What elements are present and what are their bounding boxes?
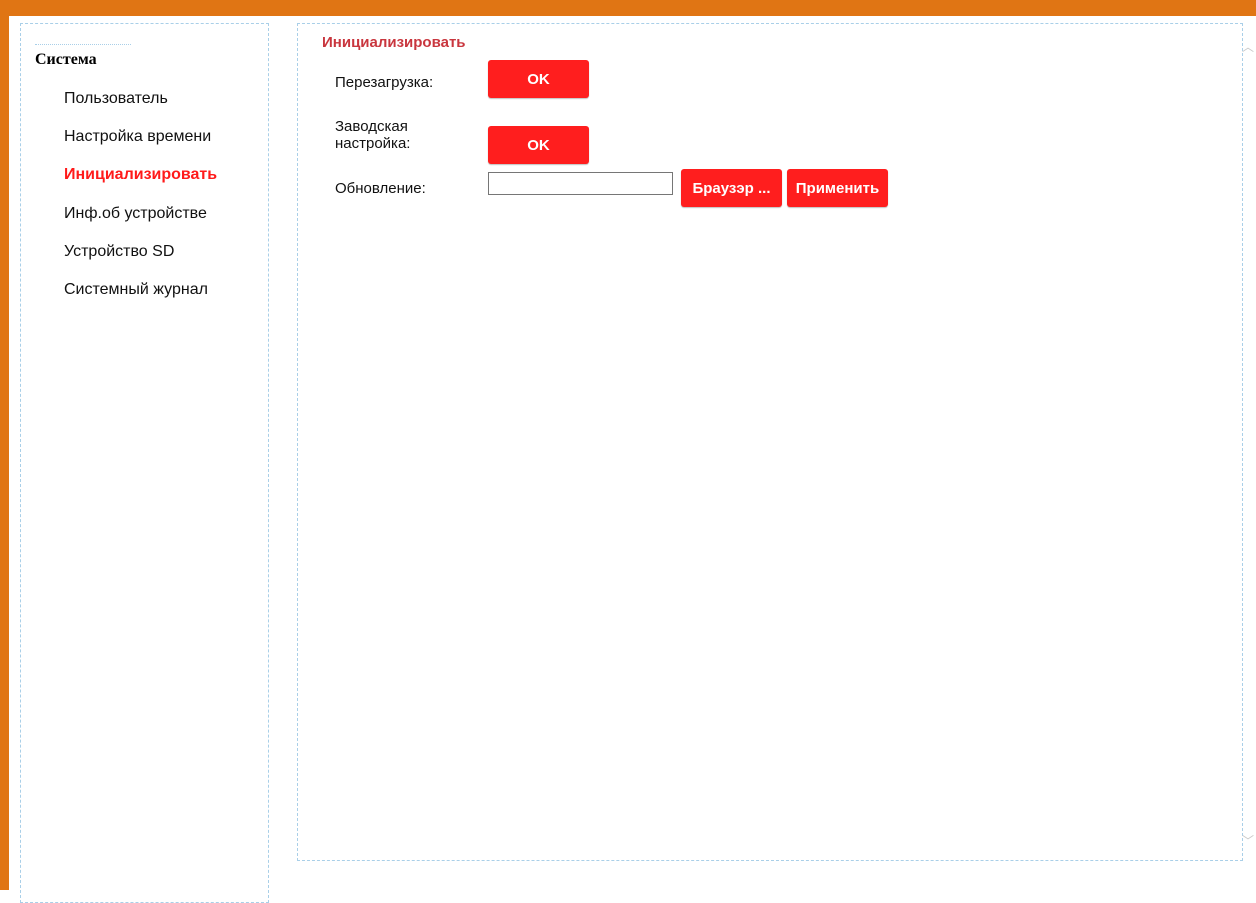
apply-button[interactable]: Применить: [787, 169, 888, 207]
content-area: Система Пользователь Настройка времени И…: [9, 16, 1256, 903]
firmware-file-input[interactable]: [488, 172, 673, 195]
page-title: Инициализировать: [322, 34, 466, 51]
chevron-up-icon[interactable]: ︿: [1241, 41, 1255, 53]
sidebar-item-system-log[interactable]: Системный журнал: [64, 281, 208, 299]
main-panel: Инициализировать Перезагрузка: OK Заводс…: [297, 23, 1243, 861]
reboot-label: Перезагрузка:: [335, 74, 434, 91]
factory-reset-label: Заводская настройка:: [335, 118, 410, 152]
factory-reset-ok-button[interactable]: OK: [488, 126, 589, 164]
sidebar-item-sd-device[interactable]: Устройство SD: [64, 243, 174, 261]
sidebar: Система Пользователь Настройка времени И…: [20, 23, 269, 903]
window-frame-top: [0, 0, 1256, 16]
sidebar-item-device-info[interactable]: Инф.об устройстве: [64, 205, 207, 223]
window-frame-left: [0, 0, 9, 890]
browse-button[interactable]: Браузэр ...: [681, 169, 782, 207]
update-label: Обновление:: [335, 180, 426, 197]
sidebar-item-time-settings[interactable]: Настройка времени: [64, 128, 211, 146]
sidebar-item-initialize[interactable]: Инициализировать: [64, 166, 217, 184]
factory-reset-label-line1: Заводская: [335, 118, 408, 135]
reboot-ok-button[interactable]: OK: [488, 60, 589, 98]
sidebar-item-user[interactable]: Пользователь: [64, 90, 168, 108]
sidebar-title: Система: [35, 44, 131, 68]
factory-reset-label-line2: настройка:: [335, 135, 411, 152]
chevron-down-icon[interactable]: ﹀: [1241, 835, 1255, 847]
